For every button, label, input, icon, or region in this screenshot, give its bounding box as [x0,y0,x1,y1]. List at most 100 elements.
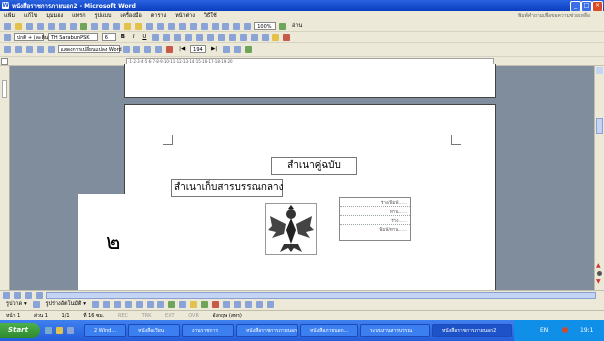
open-icon[interactable] [14,23,22,30]
3d-icon[interactable] [266,301,274,308]
header-footer-icon[interactable] [223,46,231,53]
draw-font-color-icon[interactable] [212,301,220,308]
help-icon[interactable] [279,23,287,30]
rectangle-icon[interactable] [113,301,121,308]
wordart-icon[interactable] [146,301,154,308]
format-painter-icon[interactable] [135,23,143,30]
copy-icon[interactable] [113,23,121,30]
menu-view[interactable]: มุมมอง [46,11,63,21]
research-pane-icon[interactable] [244,46,252,53]
draw-menu[interactable]: รูปวาด ▾ [6,299,27,310]
paste-icon[interactable] [124,23,132,30]
line-icon[interactable] [91,301,99,308]
print-preview-icon[interactable] [69,23,77,30]
undo-icon[interactable] [145,23,153,30]
track-icon[interactable] [36,46,44,53]
folder-icon[interactable] [55,327,63,334]
textbox-draw-icon[interactable] [135,301,143,308]
print-icon[interactable] [58,23,66,30]
horizontal-scrollbar[interactable] [0,290,604,299]
display-for-review-select[interactable]: แสดงการเปลี่ยนแปลง Word [57,45,122,53]
zoom-select[interactable]: 100% [254,22,277,30]
page-number-input[interactable]: 194 [190,45,207,53]
cut-icon[interactable] [102,23,110,30]
menu-help[interactable]: วิธีใช้ [204,11,217,21]
page-prev-icon[interactable]: |◀ [179,44,185,55]
font-size-select[interactable]: 6 [101,33,116,41]
font-color-icon[interactable] [283,34,291,41]
text-box-icon[interactable] [14,46,22,53]
scroll-up-icon[interactable] [596,67,603,74]
outline-view-icon[interactable] [35,292,43,299]
numbering-icon[interactable] [217,34,225,41]
autoshapes-menu[interactable]: รูปร่างอัตโนมัติ ▾ [46,299,86,310]
spelling-icon[interactable] [80,23,88,30]
picture-icon[interactable] [179,301,187,308]
increase-indent-icon[interactable] [250,34,258,41]
drawing-icon[interactable] [222,23,230,30]
taskbar-item[interactable]: งานราชการ [182,324,234,337]
document-map-icon[interactable] [233,23,241,30]
save-icon[interactable] [25,23,33,30]
compare-icon[interactable] [47,46,55,53]
taskbar-item[interactable]: ระบบงานสารบรรณ [360,324,430,337]
insert-table-icon[interactable] [189,23,197,30]
tab-selector[interactable] [1,58,8,65]
tray-language[interactable]: EN [540,320,548,341]
decrease-indent-icon[interactable] [239,34,247,41]
reviewing-icon[interactable] [25,46,33,53]
new-document-icon[interactable] [4,23,11,30]
shadow-icon[interactable] [255,301,263,308]
bold-button[interactable]: B [121,32,125,43]
prev-page-icon[interactable]: ▲ [596,262,603,269]
show-hide-icon[interactable] [244,23,252,30]
next-page-icon[interactable]: ▼ [596,278,603,285]
menu-tools[interactable]: เครื่องมือ [120,11,141,21]
read-button[interactable]: อ่าน [292,21,302,32]
web-view-icon[interactable] [13,292,21,299]
taskbar-item[interactable]: หนังสือเวียน [128,324,180,337]
border-icon[interactable] [261,34,269,41]
underline-button[interactable]: U [142,32,146,43]
fill-color-icon[interactable] [190,301,198,308]
arrow-icon[interactable] [102,301,110,308]
style-select[interactable]: ปกติ + (ละตินฯ) [13,33,53,41]
align-center-icon[interactable] [163,34,171,41]
accept-change-icon[interactable] [155,46,163,53]
diagram-icon[interactable] [157,301,165,308]
menu-window[interactable]: หน้าต่าง [175,11,195,21]
menu-insert[interactable]: แทรก [72,11,85,21]
scroll-thumb[interactable] [596,118,603,134]
line-spacing-icon[interactable] [206,34,214,41]
show-desktop-icon[interactable] [66,327,74,334]
line-color-icon[interactable] [201,301,209,308]
clipart-icon[interactable] [168,301,176,308]
comments-icon[interactable] [234,46,242,53]
oval-icon[interactable] [124,301,132,308]
ie-icon[interactable] [45,327,52,334]
permission-icon[interactable] [36,23,44,30]
highlight-icon[interactable] [272,34,280,41]
hyperlink-icon[interactable] [167,23,175,30]
research-icon[interactable] [91,23,99,30]
taskbar-item[interactable]: 2 Wind... [84,324,126,337]
previous-change-icon[interactable] [133,46,141,53]
start-button[interactable]: Start [0,323,40,338]
menu-format[interactable]: รูปแบบ [95,11,112,21]
email-icon[interactable] [47,23,55,30]
show-markup-icon[interactable] [122,46,130,53]
menu-table[interactable]: ตาราง [151,11,166,21]
frame-icon[interactable] [4,46,11,53]
line-style-icon[interactable] [223,301,230,308]
menu-edit[interactable]: แก้ไข [24,11,37,21]
volume-icon[interactable] [562,327,568,333]
tables-borders-icon[interactable] [178,23,186,30]
dash-style-icon[interactable] [233,301,241,308]
taskbar-item-active[interactable]: หนังสือราชการภายนอก2 [432,324,512,337]
vertical-scrollbar[interactable]: ▲ ▼ [594,66,604,290]
taskbar-item[interactable]: หนังสือภายนอก... [300,324,358,337]
current-page[interactable]: สำเนาคู่ฉบับ สำเนาเก็บสารบรรณกลาง ร่าง/พ… [124,104,496,294]
italic-button[interactable]: I [133,32,135,43]
menu-file[interactable]: แฟ้ม [4,11,15,21]
font-select[interactable]: TH SarabunPSK [47,33,98,41]
